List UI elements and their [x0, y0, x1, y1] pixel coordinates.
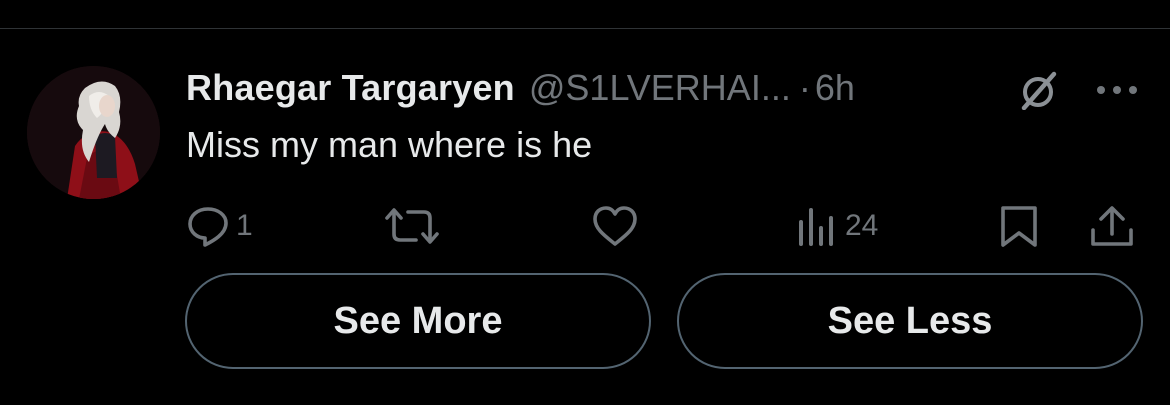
see-more-button[interactable]: See More — [185, 273, 651, 369]
reply-icon — [188, 207, 228, 247]
reply-button[interactable]: 1 — [186, 204, 253, 248]
user-handle[interactable]: @S1LVERHAI... — [529, 67, 791, 109]
retweet-button[interactable] — [383, 204, 441, 248]
views-button[interactable]: 24 — [797, 204, 878, 248]
share-button[interactable] — [1089, 204, 1135, 248]
display-name[interactable]: Rhaegar Targaryen — [186, 67, 515, 109]
bookmark-icon — [1001, 206, 1037, 247]
avatar[interactable] — [27, 66, 160, 199]
like-button[interactable] — [591, 204, 639, 248]
share-icon — [1091, 206, 1133, 246]
reply-count: 1 — [236, 209, 253, 242]
bookmark-button[interactable] — [999, 204, 1039, 248]
avatar-image — [27, 66, 160, 199]
see-less-button[interactable]: See Less — [677, 273, 1143, 369]
separator-dot: · — [798, 67, 811, 108]
views-count: 24 — [845, 209, 879, 242]
grok-icon[interactable] — [1014, 70, 1062, 111]
top-divider — [0, 28, 1170, 29]
tweet-text: Miss my man where is he — [186, 124, 593, 165]
views-icon — [799, 208, 833, 246]
tweet-header: Rhaegar Targaryen @S1LVERHAI... · 6h — [186, 64, 855, 112]
timestamp[interactable]: 6h — [815, 67, 855, 109]
retweet-icon — [385, 208, 439, 244]
more-icon[interactable] — [1094, 82, 1140, 98]
heart-icon — [593, 206, 637, 246]
